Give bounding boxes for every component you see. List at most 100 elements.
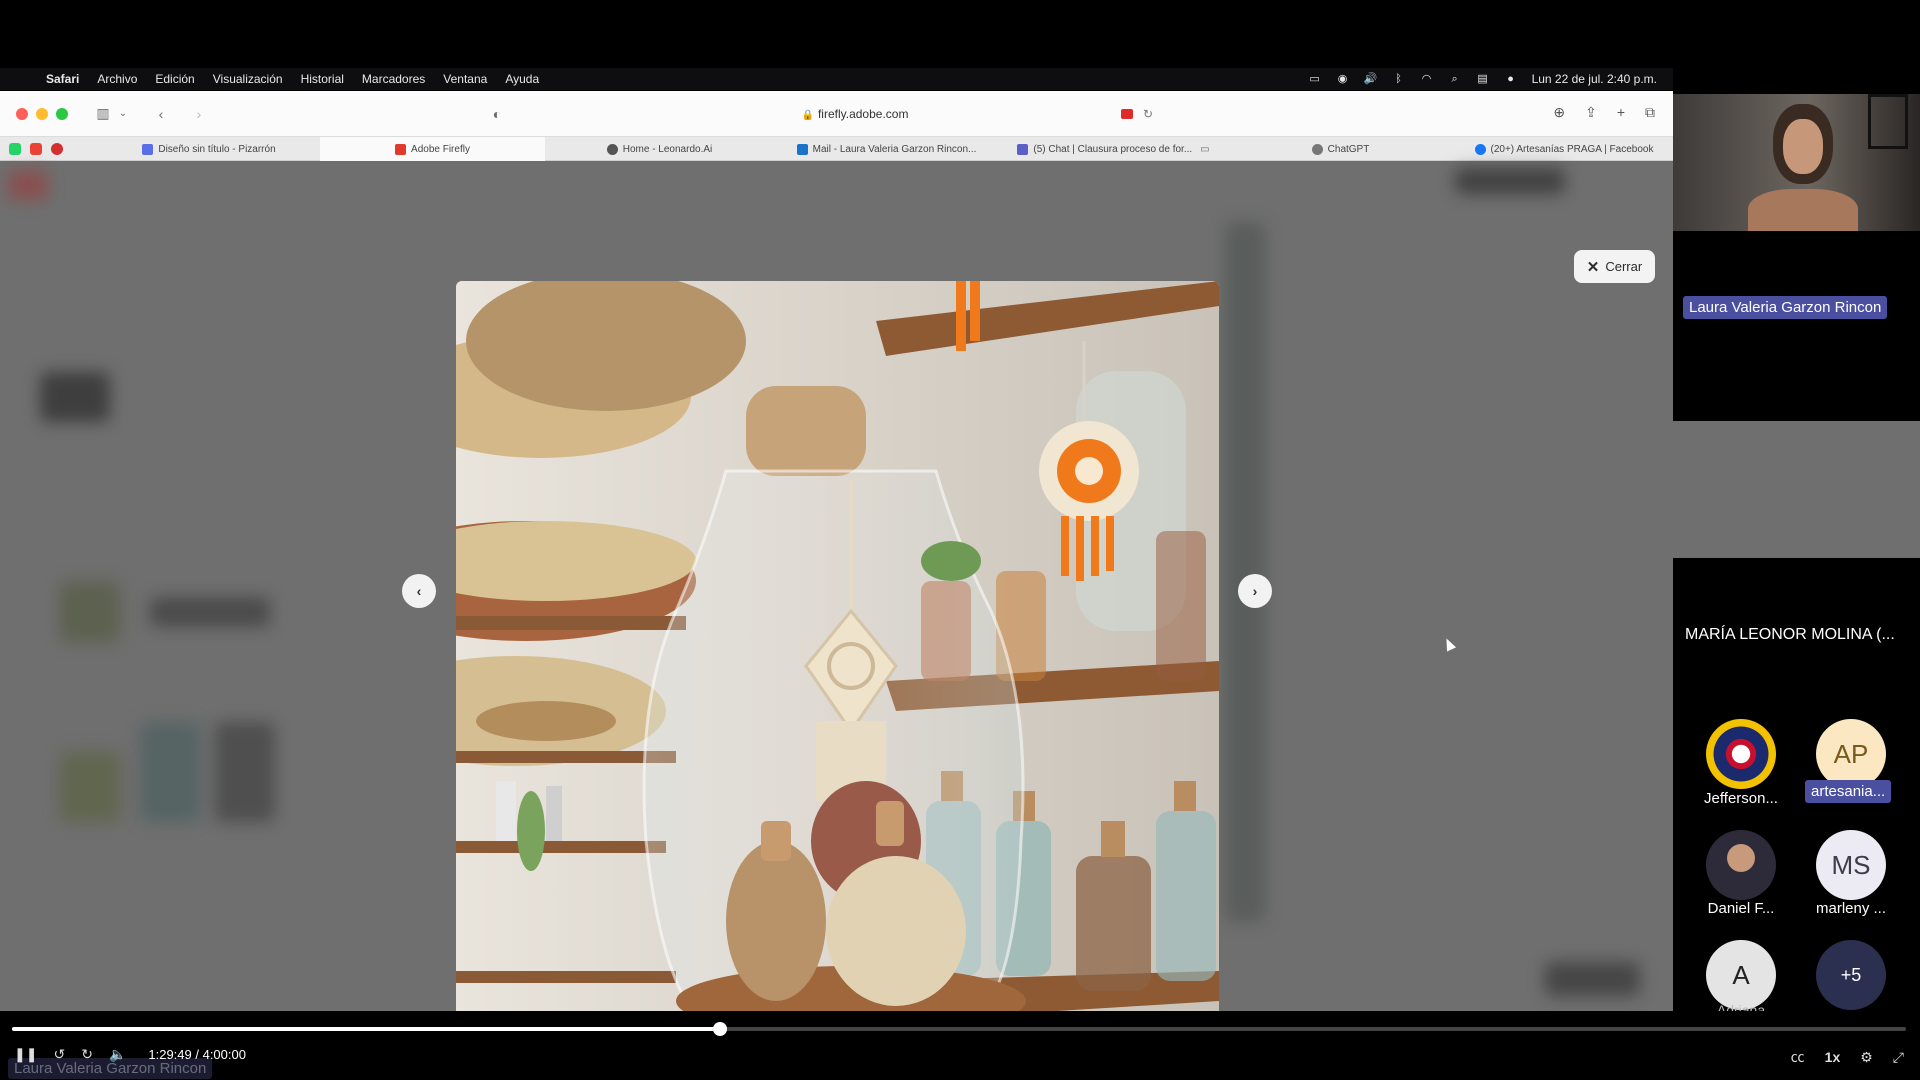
tab-overview-icon[interactable]: ⧉ (1645, 104, 1655, 121)
progress-bar[interactable] (12, 1022, 1906, 1036)
next-image-button[interactable]: › (1238, 574, 1272, 608)
blurred-button (1545, 962, 1640, 996)
participant-avatar-ap[interactable]: AP (1816, 719, 1886, 789)
menubar-clock[interactable]: Lun 22 de jul. 2:40 p.m. (1532, 72, 1657, 86)
tab-label: ChatGPT (1327, 143, 1370, 155)
participant-avatar-ms[interactable]: MS (1816, 830, 1886, 900)
captions-icon[interactable]: ㏄ (1791, 1047, 1805, 1067)
participants-panel: Laura Valeria Garzon Rincon MARÍA LEONOR… (1673, 91, 1920, 1018)
leonardo-icon (606, 143, 618, 155)
close-window-button[interactable] (16, 107, 28, 120)
blurred-button (1455, 168, 1565, 194)
blurred-thumbnail (140, 722, 200, 822)
close-button[interactable]: ✕ Cerrar (1574, 250, 1655, 283)
tab-chatgpt[interactable]: ChatGPT (1228, 137, 1453, 161)
tab-label: Diseño sin título - Pizarrón (158, 143, 276, 155)
more-participants-button[interactable]: +5 (1816, 940, 1886, 1010)
menu-edicion[interactable]: Edición (155, 72, 194, 86)
wifi-icon[interactable]: ◠ (1420, 73, 1434, 85)
lock-icon: 🔒 (801, 110, 814, 121)
tab-label: Home - Leonardo.Ai (622, 143, 713, 155)
participant-name-highlighted: artesania... (1805, 780, 1892, 803)
privacy-shield-icon[interactable]: ◐ (488, 106, 506, 122)
progress-handle[interactable] (713, 1022, 728, 1036)
canva-icon (142, 143, 154, 155)
firefly-page-dimmed: ✕ Cerrar ‹ › (0, 162, 1673, 1011)
play-circle-icon[interactable]: ◉ (1336, 73, 1350, 85)
participant-name: Daniel F... (1707, 900, 1775, 917)
close-icon: ✕ (1586, 258, 1600, 276)
menu-ayuda[interactable]: Ayuda (505, 72, 539, 86)
tab-canva[interactable]: Diseño sin título - Pizarrón (100, 137, 318, 161)
participant-avatar-jefferson[interactable] (1706, 719, 1776, 789)
tab-audio-icon[interactable]: ▭ (1200, 144, 1209, 155)
zoom-window-button[interactable] (56, 107, 68, 120)
chevron-left-icon: ‹ (416, 583, 422, 599)
address-bar[interactable]: 🔒 firefly.adobe.com ↻ (535, 102, 1175, 126)
new-tab-icon[interactable]: + (1617, 104, 1625, 121)
screen-mirror-icon[interactable]: ▭ (1308, 73, 1322, 85)
minimize-window-button[interactable] (36, 107, 48, 120)
blurred-pill (150, 597, 270, 627)
previous-image-button[interactable]: ‹ (402, 574, 436, 608)
pause-icon[interactable]: ❚❚ (14, 1046, 37, 1063)
tab-bar: Diseño sin título - Pizarrón Adobe Firef… (0, 137, 1673, 161)
menu-visualizacion[interactable]: Visualización (213, 72, 283, 86)
playback-speed[interactable]: 1x (1825, 1049, 1841, 1065)
blurred-thumbnail (40, 372, 110, 422)
menu-historial[interactable]: Historial (301, 72, 344, 86)
url-text: firefly.adobe.com (817, 107, 909, 121)
teams-icon (1017, 143, 1029, 155)
rewind-10-icon[interactable]: ↺ (53, 1046, 65, 1063)
tab-label: Mail - Laura Valeria Garzon Rincon... (812, 143, 977, 155)
control-center-icon[interactable]: ▤ (1476, 73, 1490, 85)
pinned-whatsapp-icon[interactable] (9, 142, 21, 155)
volume-icon[interactable]: 🔈 (109, 1046, 126, 1063)
pinned-gmail-icon[interactable] (30, 142, 42, 155)
pinned-opera-icon[interactable] (51, 142, 63, 155)
screen-recording-icon[interactable] (1121, 109, 1133, 119)
participant-avatar-daniel[interactable] (1706, 830, 1776, 900)
speaker-face (1783, 119, 1823, 174)
siri-icon[interactable]: ● (1504, 73, 1518, 85)
settings-icon[interactable]: ⚙ (1860, 1049, 1873, 1066)
close-label: Cerrar (1605, 259, 1643, 274)
forward-icon[interactable]: › (190, 106, 208, 122)
blurred-logo (8, 170, 48, 200)
tab-teams-chat[interactable]: (5) Chat | Clausura proceso de for... ▭ (1001, 137, 1226, 161)
forward-10-icon[interactable]: ↻ (81, 1046, 93, 1063)
fullscreen-icon[interactable]: ⤢ (1893, 1049, 1904, 1066)
progress-fill (12, 1027, 721, 1031)
speaker-name-tag: Laura Valeria Garzon Rincon (1683, 296, 1888, 319)
menu-archivo[interactable]: Archivo (97, 72, 137, 86)
reload-icon[interactable]: ↻ (1143, 102, 1153, 126)
outlook-icon (796, 143, 808, 155)
sidebar-icon[interactable]: ▥ (94, 105, 112, 122)
share-icon[interactable]: ⇪ (1585, 104, 1597, 121)
tab-facebook[interactable]: (20+) Artesanías PRAGA | Facebook (1455, 137, 1673, 161)
menu-ventana[interactable]: Ventana (443, 72, 487, 86)
blurred-thumbnail (60, 752, 120, 822)
tab-adobe-firefly[interactable]: Adobe Firefly (320, 137, 545, 161)
chevron-down-icon[interactable]: ⌄ (114, 108, 132, 119)
volume-icon[interactable]: 🔊 (1364, 73, 1378, 85)
window-frame (1868, 94, 1908, 149)
downloads-icon[interactable]: ⊕ (1553, 104, 1565, 121)
generated-image (456, 281, 1219, 1011)
blurred-thumbnail (215, 722, 275, 822)
participant-avatar-a[interactable]: A (1706, 940, 1776, 1010)
tab-mail[interactable]: Mail - Laura Valeria Garzon Rincon... (774, 137, 999, 161)
speaker-video-tile[interactable] (1673, 94, 1920, 231)
search-icon[interactable]: ⌕ (1448, 73, 1462, 85)
blurred-gallery-strip (1225, 222, 1265, 922)
participant-name: Jefferson... (1704, 790, 1778, 807)
menu-app-safari[interactable]: Safari (46, 72, 79, 86)
participant-name: marleny ... (1815, 900, 1887, 917)
blurred-thumbnail (60, 582, 120, 642)
participant-video-tile[interactable] (1673, 421, 1920, 558)
bluetooth-icon[interactable]: ᛒ (1392, 73, 1406, 85)
menu-bar: Safari Archivo Edición Visualización His… (0, 68, 1673, 90)
tab-leonardo[interactable]: Home - Leonardo.Ai (547, 137, 772, 161)
back-icon[interactable]: ‹ (152, 106, 170, 122)
menu-marcadores[interactable]: Marcadores (362, 72, 425, 86)
